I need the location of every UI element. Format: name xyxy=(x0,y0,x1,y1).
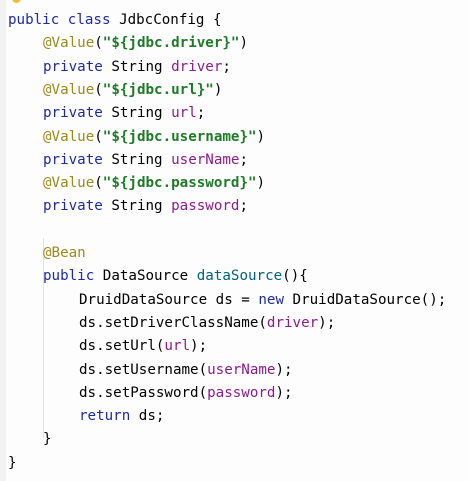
code-token: ; xyxy=(196,105,206,122)
code-token: ( xyxy=(94,128,103,145)
code-token: @Bean xyxy=(43,245,86,261)
code-token: ) xyxy=(239,35,249,52)
code-token: "${jdbc.driver}" xyxy=(102,35,240,52)
code-token: JdbcConfig xyxy=(119,12,205,28)
code-token: (){ xyxy=(282,268,308,285)
code-line[interactable]: } xyxy=(8,452,17,475)
code-token: driver xyxy=(266,314,319,331)
code-token: @Value xyxy=(43,35,95,52)
code-token: private xyxy=(43,58,103,75)
code-line[interactable]: ds.setPassword(password); xyxy=(79,382,293,405)
code-line[interactable]: public class JdbcConfig { xyxy=(8,9,222,32)
code-token: String xyxy=(102,105,172,122)
code-token: "${jdbc.password}" xyxy=(102,175,257,192)
code-token: ( xyxy=(94,35,103,52)
code-token: userName xyxy=(171,151,240,168)
code-token: public xyxy=(43,268,95,285)
code-token: password xyxy=(207,384,276,401)
code-line[interactable]: @Bean xyxy=(43,242,86,265)
code-token: userName xyxy=(207,361,276,378)
code-line[interactable]: DruidDataSource ds = new DruidDataSource… xyxy=(79,289,446,312)
code-token: url xyxy=(171,105,197,122)
code-token: private xyxy=(43,198,103,215)
code-token: } xyxy=(43,431,52,448)
code-token: private xyxy=(43,105,103,122)
code-token: dataSource xyxy=(196,268,283,285)
code-line[interactable]: private String password; xyxy=(43,195,248,218)
code-token: new xyxy=(258,291,284,308)
code-token: String xyxy=(102,58,172,75)
code-editor[interactable]: public class JdbcConfig {@Value("${jdbc.… xyxy=(0,0,469,481)
code-token: private xyxy=(43,151,103,168)
code-token: ds.setUrl( xyxy=(79,338,165,355)
code-line[interactable]: private String url; xyxy=(43,102,205,125)
code-token: String xyxy=(102,151,172,168)
code-token: class xyxy=(67,12,111,28)
code-line[interactable]: @Value("${jdbc.username}") xyxy=(43,126,265,149)
code-line[interactable]: ds.setDriverClassName(driver); xyxy=(79,312,335,335)
code-token: { xyxy=(204,12,222,28)
lightbulb-icon[interactable] xyxy=(12,0,21,3)
code-token: ds.setPassword( xyxy=(79,384,208,401)
code-token: driver xyxy=(171,58,223,75)
code-line[interactable]: private String userName; xyxy=(43,149,248,172)
code-token: ) xyxy=(213,81,223,98)
code-token: ds.setUsername( xyxy=(79,361,208,378)
code-line[interactable]: return ds; xyxy=(79,405,164,428)
code-token: return xyxy=(79,408,131,425)
code-token: ds; xyxy=(130,408,165,425)
code-token: DataSource xyxy=(94,268,197,285)
code-line[interactable]: } xyxy=(43,428,52,451)
code-token: password xyxy=(171,198,240,215)
code-token: "${jdbc.username}" xyxy=(102,128,257,145)
code-line[interactable]: public DataSource dataSource(){ xyxy=(43,265,308,288)
code-token: @Value xyxy=(43,128,95,145)
code-token: ); xyxy=(275,361,293,378)
code-token: public xyxy=(8,12,60,28)
code-token: ); xyxy=(275,384,293,401)
code-token: ; xyxy=(239,151,249,168)
code-token: String xyxy=(102,198,172,215)
code-token: ( xyxy=(94,81,103,98)
code-line[interactable]: ds.setUsername(userName); xyxy=(79,359,293,382)
code-token: url xyxy=(164,338,191,355)
editor-gutter xyxy=(0,0,6,481)
code-line[interactable]: ds.setUrl(url); xyxy=(79,335,207,358)
code-token: ) xyxy=(256,128,266,145)
code-line[interactable]: private String driver; xyxy=(43,56,231,79)
code-token: ) xyxy=(256,175,266,192)
code-token: DruidDataSource ds = xyxy=(79,291,259,308)
code-token: @Value xyxy=(43,175,95,192)
code-token: } xyxy=(8,454,17,471)
code-line[interactable]: @Value("${jdbc.driver}") xyxy=(43,32,248,55)
code-token: DruidDataSource(); xyxy=(284,291,447,308)
code-token: ( xyxy=(94,175,103,192)
code-line[interactable]: @Value("${jdbc.url}") xyxy=(43,79,222,102)
code-token: ; xyxy=(222,58,231,75)
code-token: ds.setDriverClassName( xyxy=(79,314,267,331)
code-token: "${jdbc.url}" xyxy=(102,81,214,98)
code-token: ; xyxy=(239,198,249,215)
code-line[interactable]: @Value("${jdbc.password}") xyxy=(43,172,265,195)
code-token: @Value xyxy=(43,81,95,98)
code-token: ); xyxy=(318,314,336,331)
code-token: ); xyxy=(190,338,208,355)
